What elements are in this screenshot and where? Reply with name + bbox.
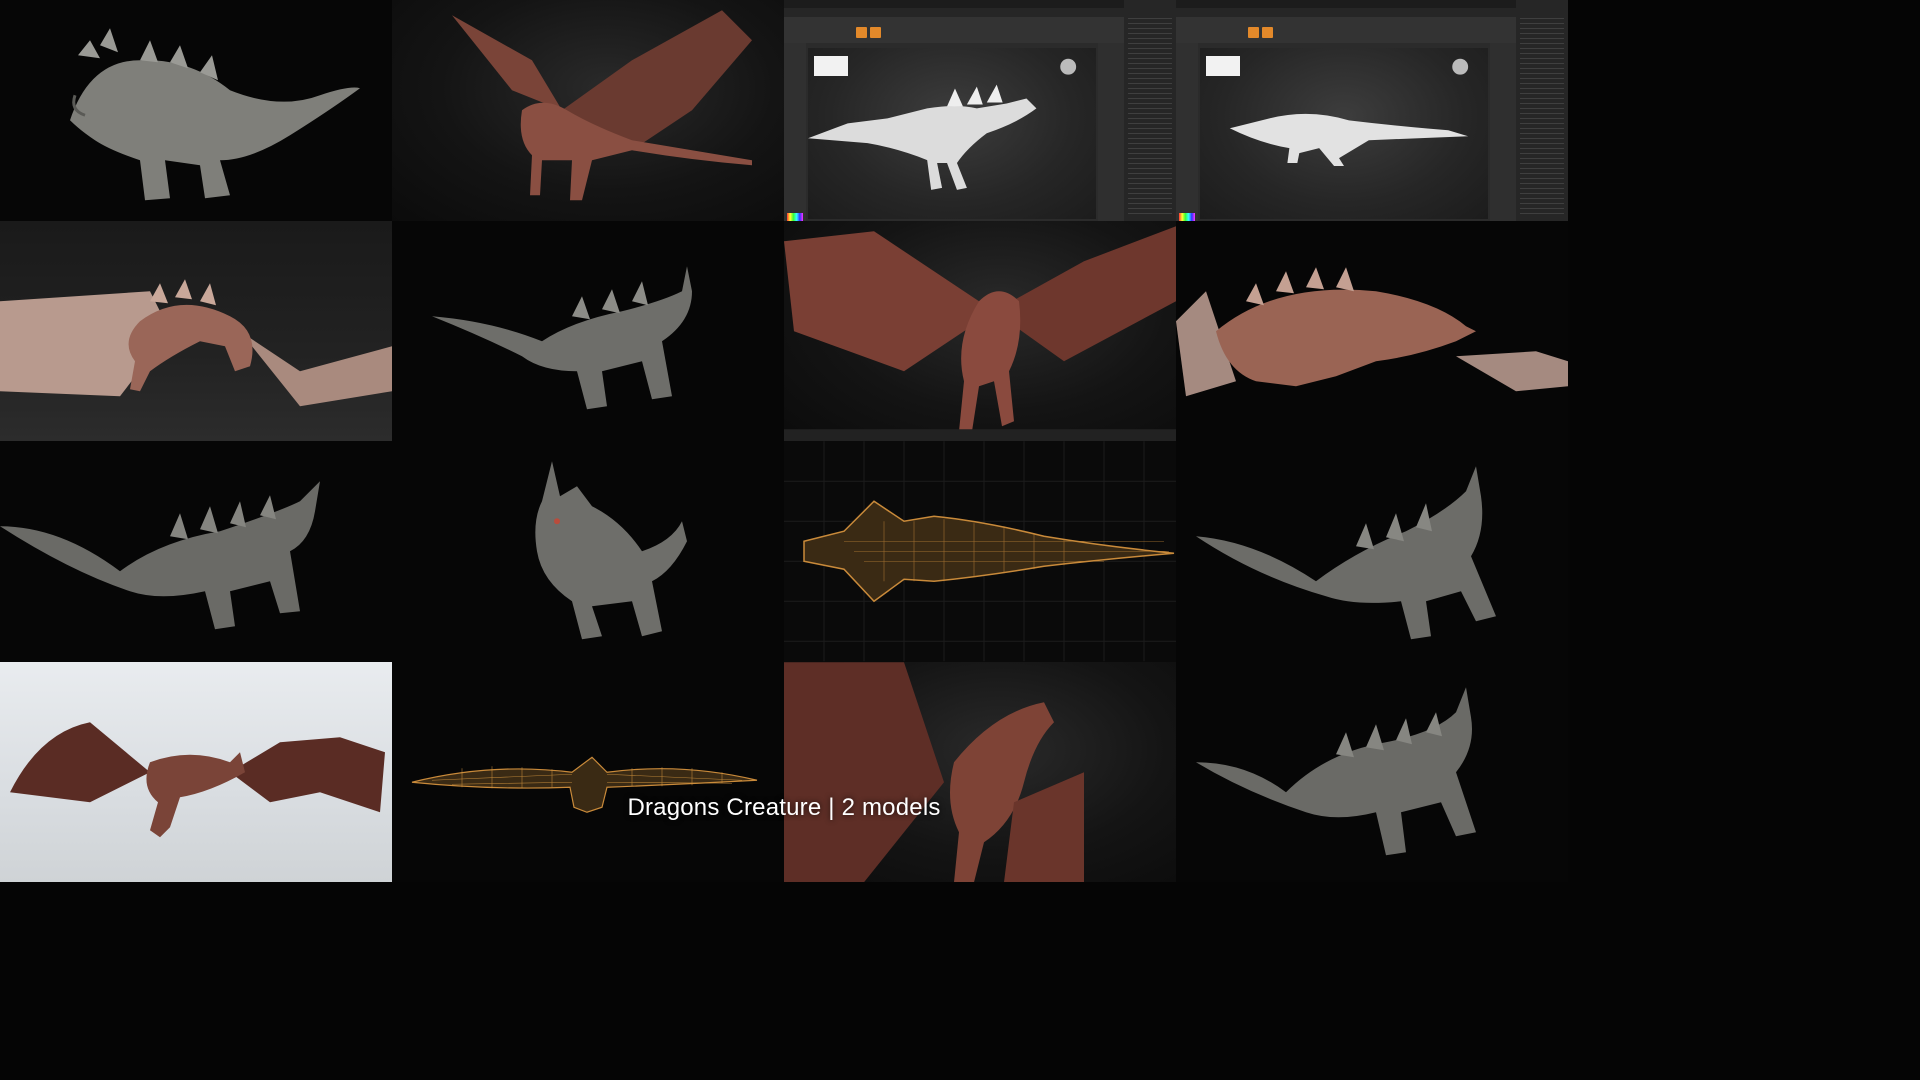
tile-red-dragon-3 [784, 220, 1176, 441]
zbrush-tool-panel [1124, 0, 1176, 221]
red-dragon-icon [0, 278, 392, 406]
grey-dragon-icon [70, 28, 360, 201]
zbrush-canvas [808, 48, 1096, 219]
zbrush-tool-panel [1516, 0, 1568, 221]
zbrush-tool-button [1248, 27, 1259, 38]
grey-dragon-icon [1196, 686, 1476, 855]
tile-red-dragon-1 [392, 0, 784, 221]
zbrush-toolbar [1176, 17, 1568, 43]
tile-grey-dragon-2 [392, 220, 784, 441]
color-picker-icon [787, 213, 803, 221]
image-collage [0, 0, 1568, 882]
zbrush-title-bar [1176, 0, 1568, 8]
tile-zbrush-2 [1176, 0, 1568, 221]
tile-red-dragon-4 [1176, 220, 1568, 441]
tool-thumbnail [814, 56, 848, 76]
tile-grey-dragon-6 [1176, 661, 1568, 882]
grey-dragon-icon [0, 481, 320, 630]
zbrush-tool-button [856, 27, 867, 38]
sculpt-dragon-icon [1229, 58, 1469, 167]
red-dragon-icon [1176, 266, 1568, 396]
wireframe-dragon-icon [784, 441, 1176, 662]
red-dragon-icon [452, 10, 752, 201]
zbrush-menu-bar [1176, 8, 1568, 17]
tile-grey-dragon-3 [0, 441, 392, 662]
tile-red-dragon-6 [784, 661, 1176, 882]
zbrush-right-shelf [1098, 43, 1124, 221]
zbrush-menu-bar [784, 8, 1176, 17]
red-dragon-icon [784, 225, 1176, 441]
color-picker-icon [1179, 213, 1195, 221]
tile-red-dragon-5 [0, 661, 392, 882]
zbrush-toolbar [784, 17, 1176, 43]
wireframe-dragon-icon [411, 755, 758, 813]
red-dragon-icon [10, 721, 385, 837]
tile-wireframe-1 [784, 441, 1176, 662]
zbrush-tool-button [1262, 27, 1273, 38]
zbrush-title-bar [784, 0, 1176, 8]
sculpt-dragon-icon [808, 58, 1077, 190]
tile-wireframe-2 [392, 661, 784, 882]
tile-grey-dragon-5 [1176, 441, 1568, 662]
tool-thumbnail [1206, 56, 1240, 76]
grey-dragon-icon [1196, 466, 1496, 640]
zbrush-left-shelf [784, 43, 806, 221]
zbrush-canvas [1200, 48, 1488, 219]
zbrush-right-shelf [1490, 43, 1516, 221]
tile-zbrush-1 [784, 0, 1176, 221]
tile-grey-dragon-4 [392, 441, 784, 662]
collection-caption: Dragons Creature | 2 models [627, 794, 941, 821]
tile-grey-dragon-1 [0, 0, 392, 221]
tile-red-dragon-2 [0, 220, 392, 441]
zbrush-left-shelf [1176, 43, 1198, 221]
grey-dragon-icon [535, 461, 687, 640]
zbrush-tool-button [870, 27, 881, 38]
red-dragon-icon [784, 661, 1084, 882]
grey-dragon-icon [432, 265, 692, 409]
